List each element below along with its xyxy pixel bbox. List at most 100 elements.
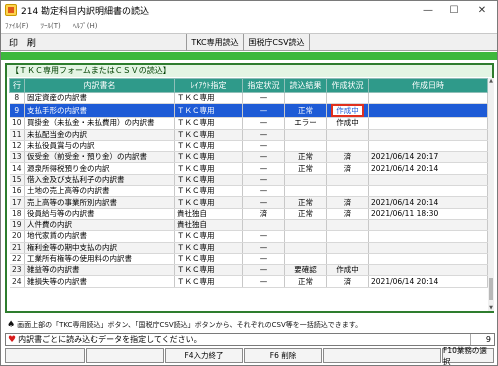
col-header-spec[interactable]: 指定状況 bbox=[242, 78, 285, 93]
statement-name-cell: 役員給与等の内訳書 bbox=[24, 208, 175, 220]
statement-name-cell: 未払配当金の内訳 bbox=[24, 129, 175, 141]
f6-delete-button[interactable]: F6 削除 bbox=[244, 348, 322, 363]
spec-status-cell: — bbox=[242, 185, 285, 198]
vertical-scrollbar[interactable]: ▲ ▼ bbox=[488, 78, 494, 311]
table-row[interactable]: 22 工業所有権等の使用料の内訳書 ＴＫＣ専用 — bbox=[9, 253, 488, 266]
table-row[interactable]: 24 雑損失等の内訳書 ＴＫＣ専用 — 正常済 2021/06/14 20:14 bbox=[9, 275, 488, 288]
layout-spec-cell: ＴＫＣ専用 bbox=[174, 174, 243, 187]
import-result-cell bbox=[284, 230, 327, 243]
statement-name-cell: 仮受金（前受金・預り金）の内訳書 bbox=[24, 151, 175, 164]
spec-status-cell: — bbox=[242, 129, 285, 141]
statement-table: 行 内訳書名 ﾚｲｱｳﾄ指定 指定状況 読込結果 作成状況 作成日時 8 固定資産… bbox=[9, 78, 488, 288]
close-button[interactable]: ✕ bbox=[467, 1, 497, 19]
table-row[interactable]: 15 借入金及び支払利子の内訳書 ＴＫＣ専用 — bbox=[9, 174, 488, 187]
layout-spec-cell: ＴＫＣ専用 bbox=[174, 253, 243, 266]
spec-status-cell: — bbox=[242, 242, 285, 254]
layout-spec-cell: ＴＫＣ専用 bbox=[174, 129, 243, 141]
menu-tools[interactable]: ﾂｰﾙ(T) bbox=[41, 21, 61, 31]
import-result-cell: 要確認 bbox=[284, 264, 327, 277]
table-row[interactable]: 16 土地の売上高等の内訳書 ＴＫＣ専用 — bbox=[9, 185, 488, 198]
import-result-cell: 正常 bbox=[284, 196, 327, 209]
table-row[interactable]: 12 未払役員賞与の内訳 ＴＫＣ専用 — bbox=[9, 140, 488, 153]
heart-icon: ♥ bbox=[8, 334, 17, 345]
layout-spec-cell: ＴＫＣ専用 bbox=[174, 242, 243, 254]
scroll-down-arrow-icon[interactable]: ▼ bbox=[488, 305, 494, 311]
table-row[interactable]: 23 雑益等の内訳書 ＴＫＣ専用 — 要確認 作成中 bbox=[9, 264, 488, 277]
spec-status-cell: — bbox=[242, 103, 285, 119]
spec-status-cell: — bbox=[242, 117, 285, 130]
layout-spec-cell: ＴＫＣ専用 bbox=[174, 151, 243, 164]
creation-status-cell bbox=[326, 129, 369, 141]
table-row[interactable]: 9 支払手形の内訳書 ＴＫＣ専用 — 正常 作成中 bbox=[9, 103, 488, 119]
col-header-result[interactable]: 読込結果 bbox=[284, 78, 327, 93]
creation-status-cell: 済 bbox=[326, 151, 369, 164]
f10-select-task-button[interactable]: F10業務の選択 bbox=[442, 346, 494, 366]
created-at-cell: 2021/06/14 20:17 bbox=[368, 151, 488, 164]
row-number-cell: 21 bbox=[9, 242, 25, 254]
row-number-input[interactable]: 9 bbox=[470, 334, 494, 345]
creation-status-cell bbox=[326, 230, 369, 243]
creation-status-cell bbox=[326, 253, 369, 266]
row-number-cell: 18 bbox=[9, 208, 25, 220]
created-at-cell: 2021/06/11 18:30 bbox=[368, 208, 488, 220]
col-header-layout[interactable]: ﾚｲｱｳﾄ指定 bbox=[174, 78, 243, 93]
layout-spec-cell: ＴＫＣ専用 bbox=[174, 275, 243, 288]
scroll-thumb[interactable] bbox=[489, 278, 493, 300]
statement-name-cell: 未払役員賞与の内訳 bbox=[24, 140, 175, 153]
statement-name-cell: 源泉所得税預り金の内訳 bbox=[24, 162, 175, 175]
app-window: 214 勘定科目内訳明細書の読込 — ☐ ✕ ﾌｧｲﾙ(F) ﾂｰﾙ(T) ﾍﾙ… bbox=[0, 0, 498, 366]
col-header-name[interactable]: 内訳書名 bbox=[24, 78, 175, 93]
scroll-up-arrow-icon[interactable]: ▲ bbox=[488, 78, 494, 84]
spec-status-cell bbox=[242, 219, 285, 232]
tkc-read-button[interactable]: TKC専用読込 bbox=[187, 34, 244, 51]
print-button[interactable]: 印 刷 bbox=[1, 34, 187, 51]
table-row[interactable]: 18 役員給与等の内訳書 貴社独自済正常済 2021/06/11 18:30 bbox=[9, 208, 488, 220]
created-at-cell bbox=[368, 103, 488, 119]
table-row[interactable]: 20 地代家賃の内訳書 ＴＫＣ専用 — bbox=[9, 230, 488, 243]
minimize-button[interactable]: — bbox=[415, 1, 441, 19]
col-header-status[interactable]: 作成状況 bbox=[326, 78, 369, 93]
f4-finish-input-button[interactable]: F4入力終了 bbox=[165, 348, 243, 363]
import-result-cell: 正常 bbox=[284, 208, 327, 220]
created-at-cell bbox=[368, 230, 488, 243]
table-row[interactable]: 19 人件費の内訳 貴社独自 bbox=[9, 219, 488, 232]
table-row[interactable]: 13 仮受金（前受金・預り金）の内訳書 ＴＫＣ専用 — 正常済 2021/06/14 20… bbox=[9, 151, 488, 164]
nta-csv-read-button[interactable]: 国税庁CSV読込 bbox=[244, 34, 310, 51]
statement-name-cell: 買掛金（未払金・未払費用）の内訳書 bbox=[24, 117, 175, 130]
row-number-cell: 8 bbox=[9, 92, 25, 105]
statement-name-cell: 土地の売上高等の内訳書 bbox=[24, 185, 175, 198]
layout-spec-cell: ＴＫＣ専用 bbox=[174, 117, 243, 130]
table-row[interactable]: 10 買掛金（未払金・未払費用）の内訳書 ＴＫＣ専用 — エラー 作成中 bbox=[9, 117, 488, 130]
spade-icon: ♠ bbox=[7, 320, 16, 330]
col-header-row-no[interactable]: 行 bbox=[9, 78, 25, 93]
layout-spec-cell: ＴＫＣ専用 bbox=[174, 103, 243, 119]
row-number-cell: 13 bbox=[9, 151, 25, 164]
table-row[interactable]: 11 未払配当金の内訳 ＴＫＣ専用 — bbox=[9, 129, 488, 141]
statement-name-cell: 権利金等の期中支払の内訳 bbox=[24, 242, 175, 254]
layout-spec-cell: ＴＫＣ専用 bbox=[174, 92, 243, 105]
fkey-empty-2 bbox=[86, 348, 164, 363]
creation-status-cell: 作成中 bbox=[326, 103, 369, 119]
created-at-cell bbox=[368, 185, 488, 198]
import-result-cell: エラー bbox=[284, 117, 327, 130]
import-panel: 【ＴＫＣ専用フォームまたはＣＳＶの読込】 行 内訳書名 ﾚｲｱｳﾄ指定 指定状況… bbox=[5, 63, 494, 313]
import-result-cell bbox=[284, 219, 327, 232]
table-row[interactable]: 17 売上高等の事業所別内訳書 ＴＫＣ専用 — 正常済 2021/06/14 20:14 bbox=[9, 196, 488, 209]
menu-bar: ﾌｧｲﾙ(F) ﾂｰﾙ(T) ﾍﾙﾌﾟ(H) bbox=[1, 19, 497, 33]
table-row[interactable]: 8 固定資産の内訳書 ＴＫＣ専用 — bbox=[9, 92, 488, 105]
row-number-cell: 15 bbox=[9, 174, 25, 187]
table-row[interactable]: 21 権利金等の期中支払の内訳 ＴＫＣ専用 — bbox=[9, 242, 488, 254]
created-at-cell bbox=[368, 174, 488, 187]
created-at-cell bbox=[368, 242, 488, 254]
maximize-button[interactable]: ☐ bbox=[441, 1, 467, 19]
table-row[interactable]: 14 源泉所得税預り金の内訳 ＴＫＣ専用 — 正常済 2021/06/14 20:14 bbox=[9, 162, 488, 175]
statement-name-cell: 支払手形の内訳書 bbox=[24, 103, 175, 119]
creation-status-cell: 作成中 bbox=[326, 264, 369, 277]
app-icon bbox=[5, 4, 17, 16]
menu-file[interactable]: ﾌｧｲﾙ(F) bbox=[5, 21, 29, 31]
menu-help[interactable]: ﾍﾙﾌﾟ(H) bbox=[73, 21, 98, 31]
layout-spec-cell: ＴＫＣ専用 bbox=[174, 196, 243, 209]
col-header-date[interactable]: 作成日時 bbox=[368, 78, 488, 93]
layout-spec-cell: ＴＫＣ専用 bbox=[174, 140, 243, 153]
function-key-bar: F4入力終了 F6 削除 F10業務の選択 bbox=[5, 346, 495, 366]
